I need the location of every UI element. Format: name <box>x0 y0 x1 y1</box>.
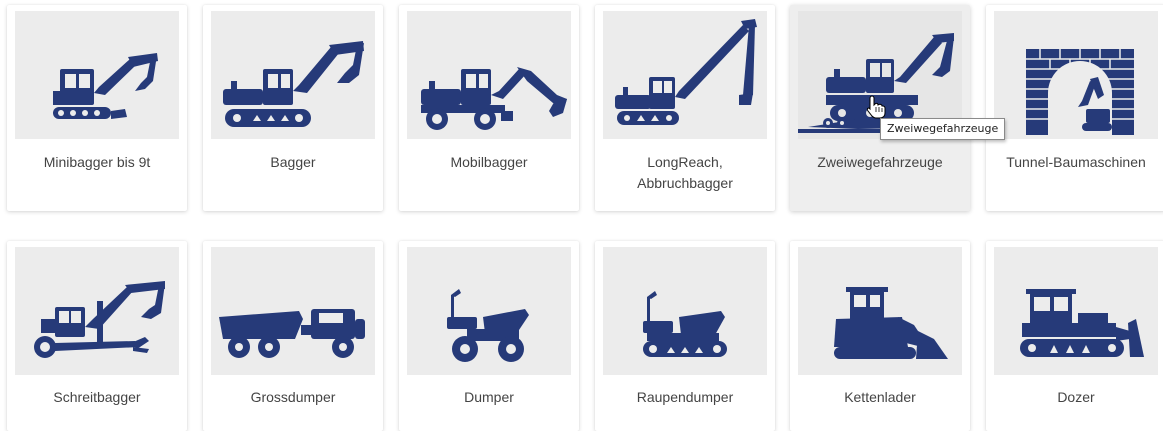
category-card-minibagger[interactable]: Minibagger bis 9t <box>7 5 187 211</box>
wheeled-excavator-icon <box>407 11 571 139</box>
hand-cursor-icon <box>866 95 886 119</box>
excavator-icon <box>211 11 375 139</box>
category-card-raupendumper[interactable]: Raupendumper <box>595 241 775 431</box>
tooltip: Zweiwegefahrzeuge <box>880 118 1006 140</box>
category-card-dumper[interactable]: Dumper <box>399 241 579 431</box>
category-grid: Minibagger bis 9t Bagger Mobilbagger Lon… <box>0 0 1163 431</box>
category-card-grossdumper[interactable]: Grossdumper <box>203 241 383 431</box>
category-card-kettenlader[interactable]: Kettenlader <box>790 241 970 431</box>
category-card-schreitbagger[interactable]: Schreitbagger <box>7 241 187 431</box>
category-label: Raupendumper <box>636 389 734 405</box>
dumper-icon <box>407 247 571 375</box>
mini-excavator-icon <box>15 11 179 139</box>
category-label: LongReach, Abbruchbagger <box>637 154 733 191</box>
category-label: Mobilbagger <box>450 154 528 170</box>
tunnel-machine-icon <box>994 11 1158 139</box>
walking-excavator-icon <box>15 247 179 375</box>
tracked-dumper-icon <box>603 247 767 375</box>
dozer-icon <box>994 247 1158 375</box>
category-label: Minibagger bis 9t <box>43 154 151 170</box>
category-label: Zweiwegefahrzeuge <box>817 154 943 170</box>
category-label: Bagger <box>270 154 316 170</box>
category-label: Tunnel-Baumaschinen <box>1006 154 1146 170</box>
long-reach-excavator-icon <box>603 11 767 139</box>
track-loader-icon <box>798 247 962 375</box>
category-label: Grossdumper <box>250 389 336 405</box>
category-card-dozer[interactable]: Dozer <box>986 241 1163 431</box>
category-label: Kettenlader <box>844 389 916 405</box>
category-label: Schreitbagger <box>53 389 141 405</box>
category-label: Dozer <box>1057 389 1095 405</box>
category-card-longreach[interactable]: LongReach, Abbruchbagger <box>595 5 775 211</box>
articulated-dumper-icon <box>211 247 375 375</box>
category-card-bagger[interactable]: Bagger <box>203 5 383 211</box>
category-label: Dumper <box>464 389 514 405</box>
category-card-mobilbagger[interactable]: Mobilbagger <box>399 5 579 211</box>
category-card-tunnel-baumaschinen[interactable]: Tunnel-Baumaschinen <box>986 5 1163 211</box>
